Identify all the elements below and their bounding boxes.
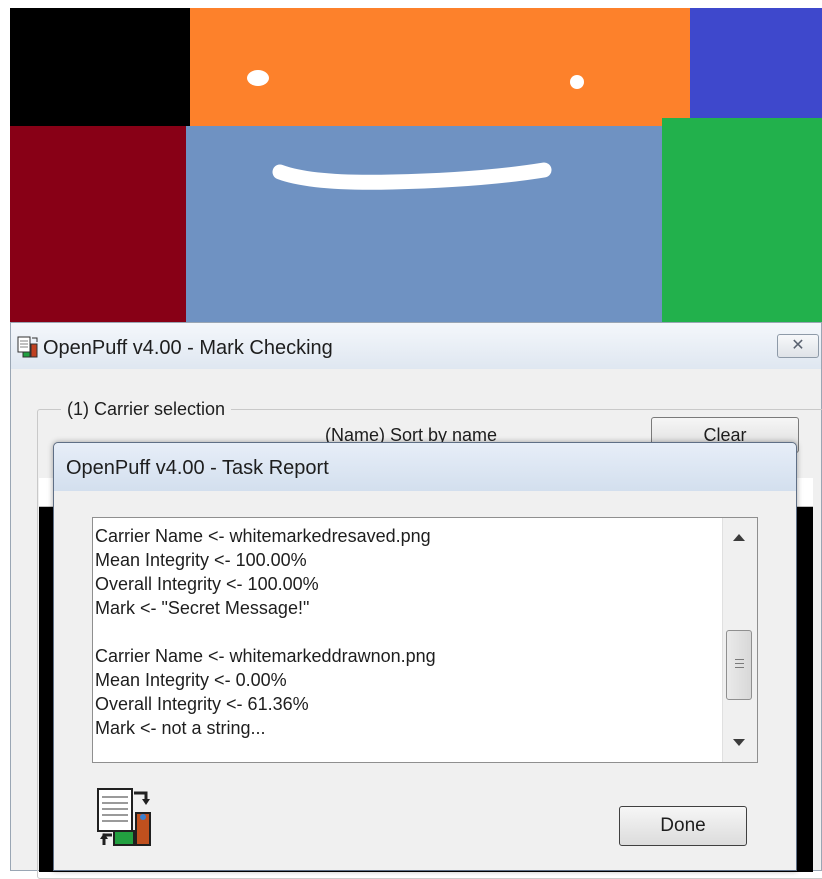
window-title: OpenPuff v4.00 - Mark Checking (43, 337, 333, 359)
report-line: Mean Integrity <- 0.00% (95, 670, 287, 690)
close-button[interactable]: ✕ (777, 334, 819, 358)
left-eye (247, 70, 269, 86)
done-button[interactable]: Done (619, 806, 747, 846)
carrier-selection-label: (1) Carrier selection (61, 399, 232, 420)
painted-image (0, 0, 822, 325)
report-line: Carrier Name <- whitemarkeddrawnon.png (95, 646, 436, 666)
blue-block (690, 8, 822, 118)
report-line: Mark <- not a string... (95, 718, 266, 738)
task-report-icon (97, 788, 151, 846)
dialog-title-bar[interactable]: OpenPuff v4.00 - Task Report (54, 443, 796, 491)
grip-line (735, 667, 744, 668)
report-lines: Carrier Name <- whitemarkedresaved.png M… (93, 524, 719, 740)
report-textbox[interactable]: Carrier Name <- whitemarkedresaved.png M… (92, 517, 758, 763)
openpuff-app-icon (17, 336, 38, 358)
grip-line (735, 663, 744, 664)
grip-line (735, 659, 744, 660)
task-report-dialog: OpenPuff v4.00 - Task Report Carrier Nam… (53, 442, 797, 871)
report-line: Mark <- "Secret Message!" (95, 598, 310, 618)
scroll-thumb[interactable] (726, 630, 752, 700)
report-line (93, 620, 719, 644)
smile-stroke (272, 162, 552, 190)
scroll-down-arrow-icon[interactable] (733, 739, 745, 746)
report-line: Carrier Name <- whitemarkedresaved.png (95, 526, 431, 546)
dialog-title: OpenPuff v4.00 - Task Report (66, 457, 329, 479)
report-line: Overall Integrity <- 100.00% (95, 574, 319, 594)
title-bar[interactable]: OpenPuff v4.00 - Mark Checking ✕ (11, 323, 821, 369)
scroll-up-arrow-icon[interactable] (733, 534, 745, 541)
report-line: Overall Integrity <- 61.36% (95, 694, 309, 714)
report-line: Mean Integrity <- 100.00% (95, 550, 307, 570)
close-icon: ✕ (791, 337, 805, 354)
orange-block (190, 8, 690, 126)
dark-red-block (10, 126, 186, 325)
black-block (10, 8, 190, 126)
green-block (662, 118, 822, 325)
steel-blue-block (186, 126, 662, 325)
report-scrollbar[interactable] (722, 518, 757, 762)
right-eye (570, 75, 584, 89)
